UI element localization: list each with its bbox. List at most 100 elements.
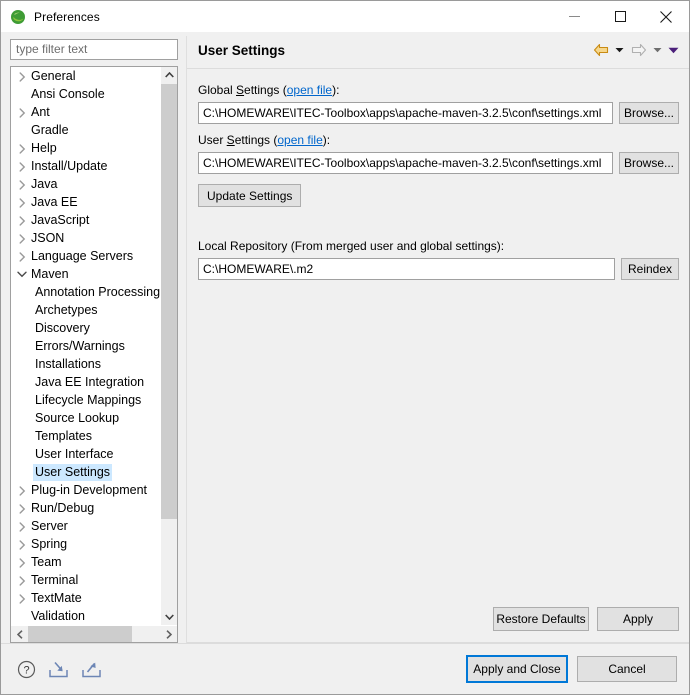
minimize-button[interactable]: [551, 1, 597, 32]
user-settings-label-pre: User: [198, 133, 227, 147]
chevron-right-icon[interactable]: [15, 540, 29, 550]
export-icon[interactable]: [81, 660, 102, 679]
tree-item-maven[interactable]: Maven: [11, 266, 160, 284]
scroll-up-icon[interactable]: [161, 66, 177, 84]
tree-item-json[interactable]: JSON: [11, 230, 160, 248]
tree-item-run-debug[interactable]: Run/Debug: [11, 500, 160, 518]
chevron-down-icon[interactable]: [15, 271, 29, 278]
tree-item-java-ee[interactable]: Java EE: [11, 194, 160, 212]
back-history-dropdown-icon[interactable]: [612, 40, 627, 60]
tree-item-language-servers[interactable]: Language Servers: [11, 248, 160, 266]
chevron-right-icon[interactable]: [15, 486, 29, 496]
search-input[interactable]: [16, 42, 172, 57]
tree-item-lifecycle-mappings[interactable]: Lifecycle Mappings: [11, 392, 160, 410]
tree-item-errors-warnings[interactable]: Errors/Warnings: [11, 338, 160, 356]
tree-hscroll-track[interactable]: [28, 626, 160, 642]
apply-button[interactable]: Apply: [597, 607, 679, 631]
global-settings-input[interactable]: C:\HOMEWARE\ITEC-Toolbox\apps\apache-mav…: [198, 102, 613, 124]
scroll-down-icon[interactable]: [161, 608, 177, 625]
tree-item-label: Spring: [31, 537, 68, 552]
tree-hscroll-thumb[interactable]: [28, 626, 133, 642]
chevron-right-icon[interactable]: [15, 108, 29, 118]
tree-item-installations[interactable]: Installations: [11, 356, 160, 374]
chevron-right-icon[interactable]: [15, 162, 29, 172]
global-settings-browse-button[interactable]: Browse...: [619, 102, 679, 124]
tree-vscroll-track[interactable]: [161, 83, 177, 608]
tree-item-templates[interactable]: Templates: [11, 428, 160, 446]
tree-item-archetypes[interactable]: Archetypes: [11, 302, 160, 320]
tree-item-general[interactable]: General: [11, 68, 160, 86]
tree-item-java-ee-integration[interactable]: Java EE Integration: [11, 374, 160, 392]
global-settings-label-post: ettings (: [244, 83, 287, 97]
tree-item-source-lookup[interactable]: Source Lookup: [11, 410, 160, 428]
chevron-right-icon[interactable]: [15, 234, 29, 244]
scroll-right-icon[interactable]: [160, 626, 177, 642]
window-controls: [551, 1, 689, 32]
apply-and-close-button[interactable]: Apply and Close: [466, 655, 568, 683]
user-settings-open-file-link[interactable]: open file: [277, 133, 322, 147]
scroll-left-icon[interactable]: [11, 626, 28, 642]
chevron-right-icon[interactable]: [15, 144, 29, 154]
tree-item-label: Install/Update: [31, 159, 108, 174]
chevron-right-icon[interactable]: [15, 72, 29, 82]
tree-item-validation[interactable]: Validation: [11, 608, 160, 625]
global-settings-open-file-link[interactable]: open file: [287, 83, 332, 97]
tree-item-discovery[interactable]: Discovery: [11, 320, 160, 338]
tree-item-ansi-console[interactable]: Ansi Console: [11, 86, 160, 104]
local-repository-input[interactable]: C:\HOMEWARE\.m2: [198, 258, 615, 280]
forward-button[interactable]: [628, 40, 649, 60]
forward-history-dropdown-icon[interactable]: [650, 40, 665, 60]
chevron-right-icon[interactable]: [15, 198, 29, 208]
chevron-right-icon[interactable]: [15, 180, 29, 190]
tree-item-annotation-processing[interactable]: Annotation Processing: [11, 284, 160, 302]
tree-item-textmate[interactable]: TextMate: [11, 590, 160, 608]
restore-defaults-button[interactable]: Restore Defaults: [493, 607, 589, 631]
tree-item-gradle[interactable]: Gradle: [11, 122, 160, 140]
tree-item-user-interface[interactable]: User Interface: [11, 446, 160, 464]
view-menu-dropdown-icon[interactable]: [666, 40, 681, 60]
tree-vscroll-thumb[interactable]: [161, 83, 177, 519]
tree-item-install-update[interactable]: Install/Update: [11, 158, 160, 176]
local-repository-label: Local Repository (From merged user and g…: [198, 239, 505, 253]
tree-item-label: Help: [31, 141, 57, 156]
close-button[interactable]: [643, 1, 689, 32]
back-button[interactable]: [590, 40, 611, 60]
chevron-right-icon[interactable]: [15, 522, 29, 532]
tree-item-spring[interactable]: Spring: [11, 536, 160, 554]
tree-item-plug-in-development[interactable]: Plug-in Development: [11, 482, 160, 500]
user-settings-label-post: ettings (: [234, 133, 278, 147]
cancel-button[interactable]: Cancel: [577, 656, 677, 682]
chevron-right-icon[interactable]: [15, 558, 29, 568]
help-icon[interactable]: ?: [17, 660, 36, 679]
maximize-button[interactable]: [597, 1, 643, 32]
svg-text:?: ?: [23, 664, 29, 676]
chevron-right-icon[interactable]: [15, 216, 29, 226]
title-bar: Preferences: [1, 1, 689, 32]
window-title: Preferences: [34, 9, 100, 24]
chevron-right-icon[interactable]: [15, 576, 29, 586]
tree-item-team[interactable]: Team: [11, 554, 160, 572]
user-settings-mnemonic: S: [226, 133, 235, 147]
tree-item-terminal[interactable]: Terminal: [11, 572, 160, 590]
user-settings-input[interactable]: C:\HOMEWARE\ITEC-Toolbox\apps\apache-mav…: [198, 152, 613, 174]
tree-item-help[interactable]: Help: [11, 140, 160, 158]
filter-box[interactable]: [10, 39, 178, 60]
import-icon[interactable]: [48, 660, 69, 679]
user-settings-browse-button[interactable]: Browse...: [619, 152, 679, 174]
tree-horizontal-scrollbar[interactable]: [11, 625, 177, 642]
tree-item-label: JSON: [31, 231, 65, 246]
chevron-right-icon[interactable]: [15, 594, 29, 604]
tree-item-label: Server: [31, 519, 68, 534]
eclipse-icon: [10, 9, 26, 25]
update-settings-button[interactable]: Update Settings: [198, 184, 302, 207]
tree-item-label: Source Lookup: [35, 411, 120, 426]
tree-vertical-scrollbar[interactable]: [160, 66, 177, 625]
tree-item-java[interactable]: Java: [11, 176, 160, 194]
tree-item-server[interactable]: Server: [11, 518, 160, 536]
reindex-button[interactable]: Reindex: [621, 258, 679, 280]
chevron-right-icon[interactable]: [15, 504, 29, 514]
tree-item-user-settings[interactable]: User Settings: [11, 464, 160, 482]
tree-item-ant[interactable]: Ant: [11, 104, 160, 122]
tree-item-javascript[interactable]: JavaScript: [11, 212, 160, 230]
chevron-right-icon[interactable]: [15, 252, 29, 262]
